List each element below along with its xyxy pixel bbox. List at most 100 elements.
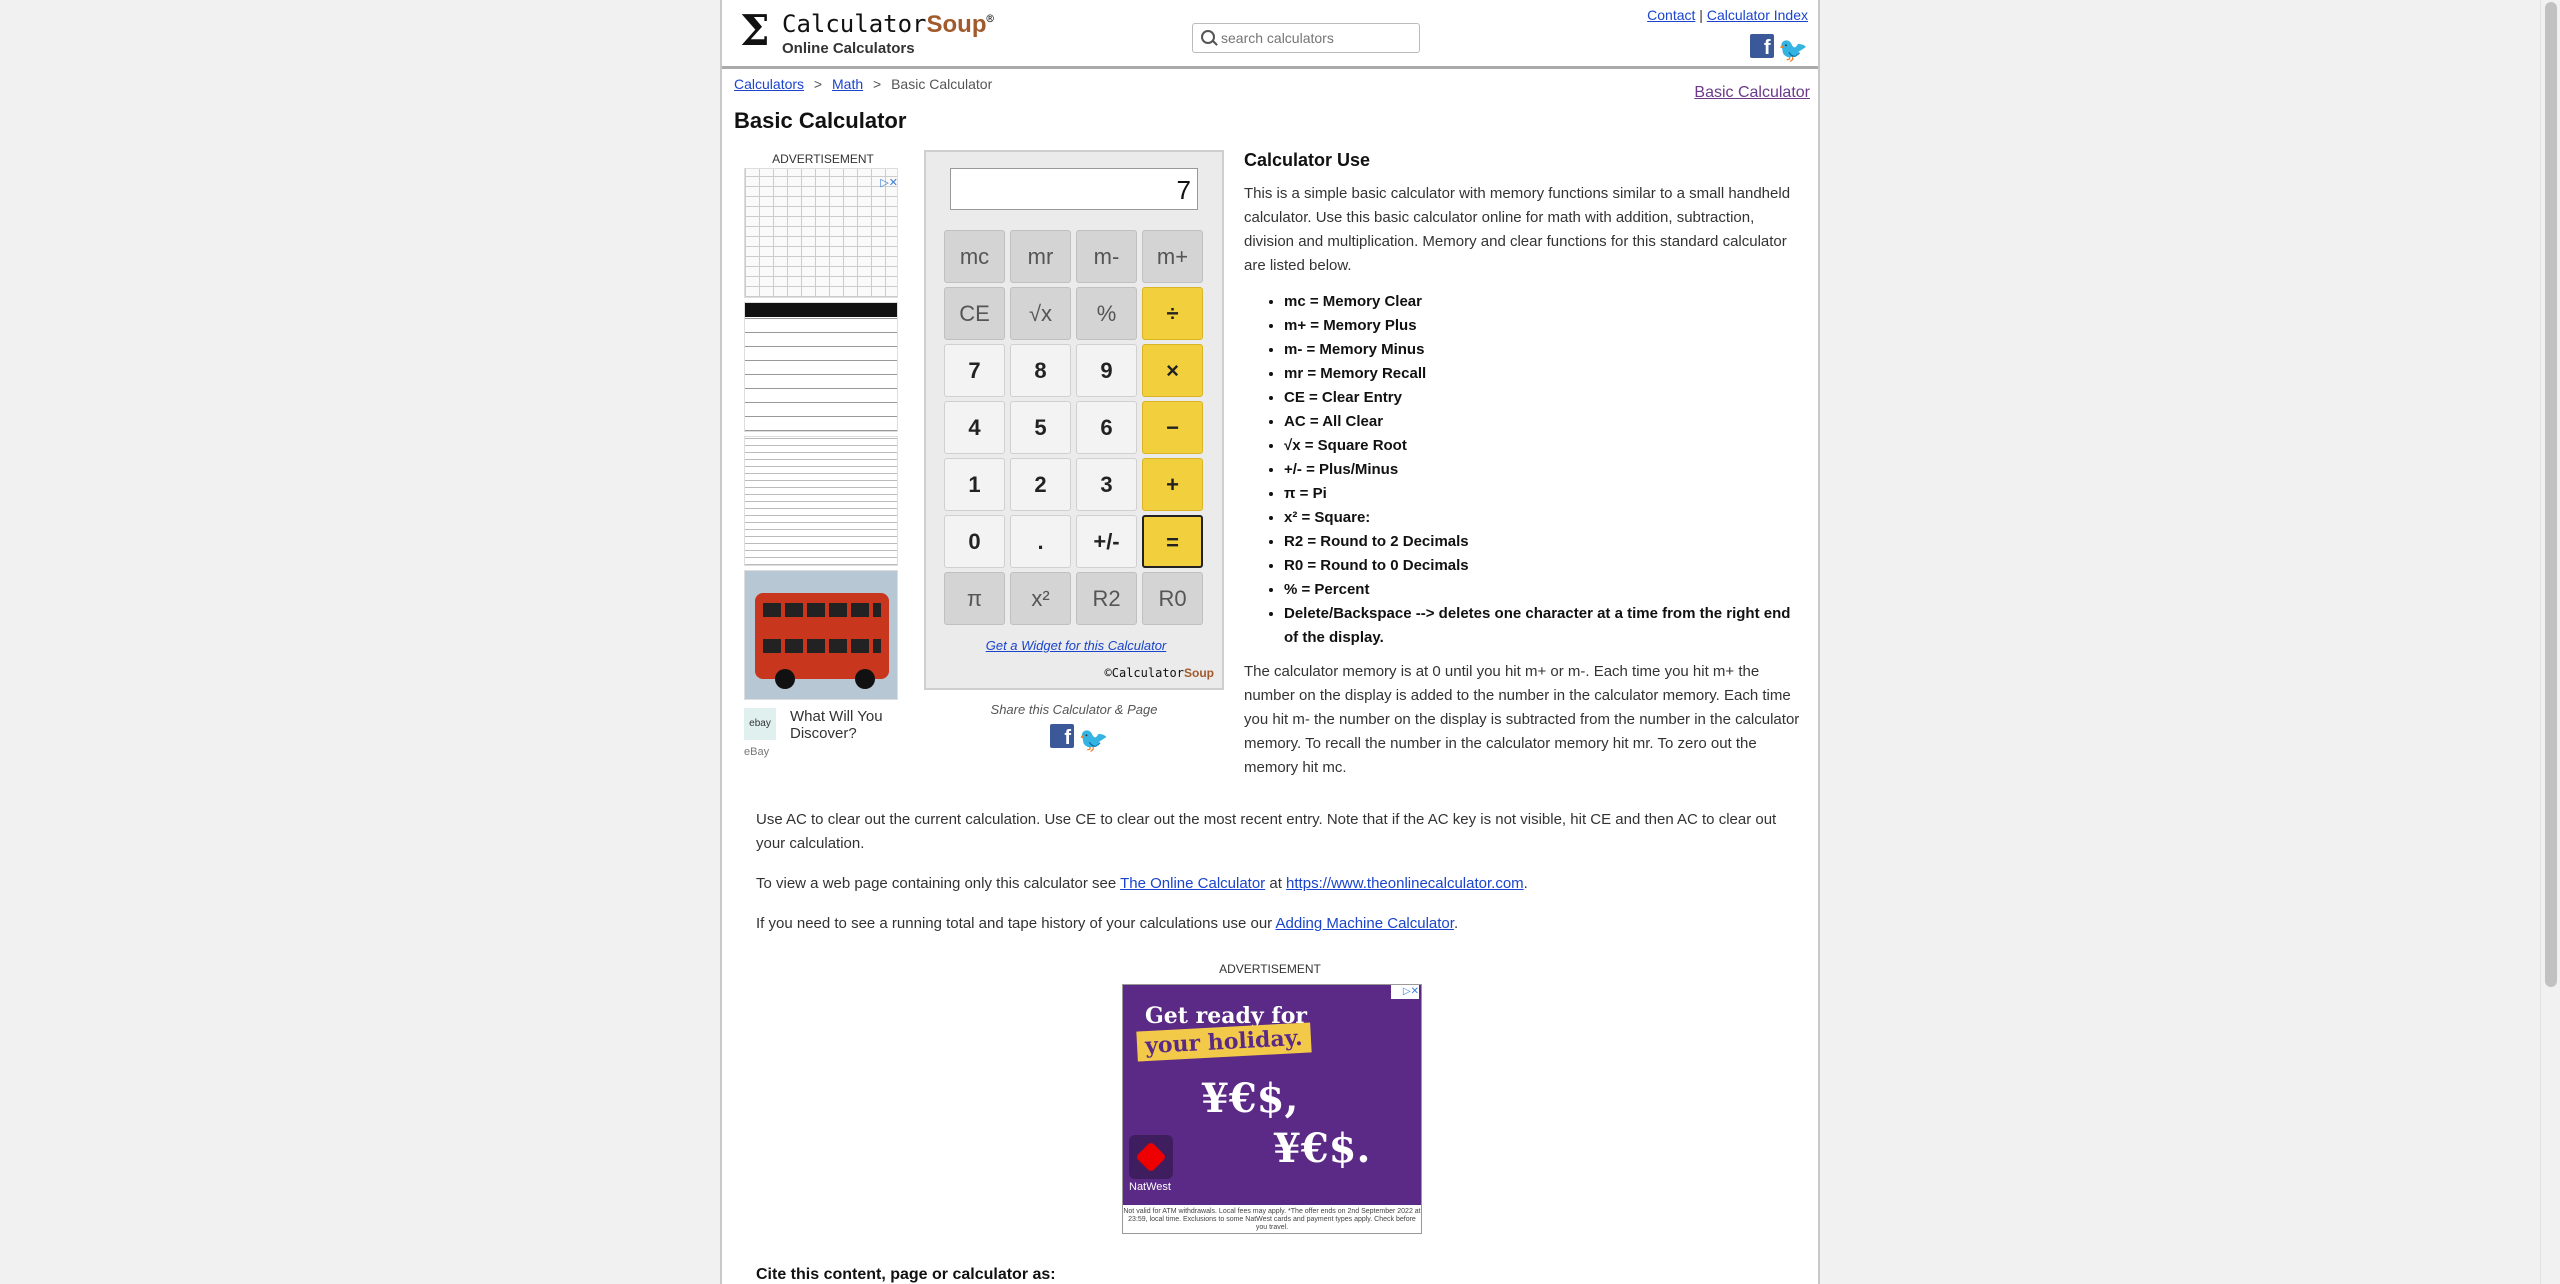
breadcrumb-separator: > [873, 76, 882, 92]
credit-soup: Soup [1184, 666, 1214, 680]
contact-link[interactable]: Contact [1647, 7, 1695, 23]
list-item: m- = Memory Minus [1284, 338, 1800, 362]
widget-link-row: Get a Widget for this Calculator [926, 638, 1226, 653]
list-item: mc = Memory Clear [1284, 290, 1800, 314]
ebay-logo: ebay [744, 708, 776, 740]
online-calculator-paragraph: To view a web page containing only this … [756, 872, 1796, 896]
list-item: +/- = Plus/Minus [1284, 458, 1800, 482]
key-equals[interactable]: = [1142, 515, 1203, 568]
key-add[interactable]: + [1142, 458, 1203, 511]
key-memory-clear[interactable]: mc [944, 230, 1005, 283]
key-round-2[interactable]: R2 [1076, 572, 1137, 625]
adding-machine-paragraph: If you need to see a running total and t… [756, 912, 1796, 936]
logo-soup-text: Soup [926, 11, 987, 38]
key-subtract[interactable]: − [1142, 401, 1203, 454]
key-pi[interactable]: π [944, 572, 1005, 625]
ad-image-list[interactable] [744, 436, 898, 566]
ad-currency-line: ¥€$. [1273, 1125, 1371, 1172]
breadcrumb-calculators[interactable]: Calculators [734, 76, 804, 92]
calculator-use-section: Calculator Use This is a simple basic ca… [1244, 148, 1800, 792]
key-divide[interactable]: ÷ [1142, 287, 1203, 340]
adding-prefix: If you need to see a running total and t… [756, 915, 1276, 932]
page-container: Σ CalculatorSoup® Online Calculators Con… [720, 0, 1820, 1284]
get-widget-link[interactable]: Get a Widget for this Calculator [986, 638, 1167, 653]
list-item: AC = All Clear [1284, 410, 1800, 434]
list-item: Delete/Backspace --> deletes one charact… [1284, 602, 1800, 650]
ad-label: ADVERTISEMENT [772, 152, 874, 166]
key-1[interactable]: 1 [944, 458, 1005, 511]
ad-close-icon[interactable]: ▷✕ [880, 176, 898, 189]
ad-image-table[interactable] [744, 302, 898, 432]
basic-calculator-link[interactable]: Basic Calculator [1694, 84, 1810, 102]
key-round-0[interactable]: R0 [1142, 572, 1203, 625]
online-prefix: To view a web page containing only this … [756, 875, 1121, 892]
top-links: Contact | Calculator Index [1647, 7, 1808, 23]
key-0[interactable]: 0 [944, 515, 1005, 568]
page-scrollbar[interactable] [2540, 0, 2560, 1284]
logo-tagline: Online Calculators [782, 40, 915, 57]
key-percent[interactable]: % [1076, 287, 1137, 340]
bottom-ad-close-icon[interactable]: ▷✕ [1391, 985, 1419, 999]
search-box[interactable] [1192, 23, 1420, 53]
bottom-ad[interactable]: ▷✕ Get ready for your holiday. ¥€$, ¥€$.… [1122, 984, 1422, 1234]
calculator-index-link[interactable]: Calculator Index [1707, 7, 1808, 23]
ad-source: eBay [744, 746, 770, 758]
key-3[interactable]: 3 [1076, 458, 1137, 511]
adding-machine-link[interactable]: Adding Machine Calculator [1276, 915, 1454, 932]
key-8[interactable]: 8 [1010, 344, 1071, 397]
key-memory-plus[interactable]: m+ [1142, 230, 1203, 283]
online-calculator-url-link[interactable]: https://www.theonlinecalculator.com [1286, 875, 1524, 892]
left-ad: ADVERTISEMENT ▷✕ ebay What Will You Disc… [744, 152, 902, 758]
key-square-root[interactable]: √x [1010, 287, 1071, 340]
key-decimal[interactable]: . [1010, 515, 1071, 568]
share-facebook-icon[interactable]: f [1050, 724, 1074, 748]
list-item: π = Pi [1284, 482, 1800, 506]
key-multiply[interactable]: × [1142, 344, 1203, 397]
page-title: Basic Calculator [734, 108, 907, 133]
bottom-ad-label: ADVERTISEMENT [1219, 962, 1321, 976]
key-plus-minus[interactable]: +/- [1076, 515, 1137, 568]
top-links-separator: | [1699, 7, 1703, 23]
key-5[interactable]: 5 [1010, 401, 1071, 454]
key-2[interactable]: 2 [1010, 458, 1071, 511]
list-item: x² = Square: [1284, 506, 1800, 530]
list-item: CE = Clear Entry [1284, 386, 1800, 410]
key-9[interactable]: 9 [1076, 344, 1137, 397]
online-calculator-link[interactable]: The Online Calculator [1120, 875, 1265, 892]
ad-brand: NatWest [1129, 1181, 1171, 1193]
share-twitter-icon[interactable]: 🐦 [1078, 729, 1108, 753]
bus-wheel [775, 669, 795, 689]
list-item: % = Percent [1284, 578, 1800, 602]
natwest-logo-icon [1129, 1135, 1173, 1179]
search-input[interactable] [1221, 26, 1411, 50]
key-7[interactable]: 7 [944, 344, 1005, 397]
bus-illustration [755, 593, 889, 679]
adding-suffix: . [1453, 915, 1459, 932]
online-mid: at [1265, 875, 1287, 892]
key-memory-minus[interactable]: m- [1076, 230, 1137, 283]
facebook-icon[interactable]: f [1749, 34, 1774, 58]
twitter-icon[interactable]: 🐦 [1778, 39, 1808, 63]
logo-reg-mark: ® [986, 12, 994, 26]
bus-windows-upper [763, 603, 881, 617]
breadcrumb-math[interactable]: Math [832, 76, 863, 92]
key-square[interactable]: x² [1010, 572, 1071, 625]
key-memory-recall[interactable]: mr [1010, 230, 1071, 283]
key-clear-entry[interactable]: CE [944, 287, 1005, 340]
logo-sigma-icon[interactable]: Σ [740, 10, 776, 52]
key-6[interactable]: 6 [1076, 401, 1137, 454]
key-4[interactable]: 4 [944, 401, 1005, 454]
list-item: R0 = Round to 0 Decimals [1284, 554, 1800, 578]
logo-wordmark[interactable]: CalculatorSoup® [782, 10, 994, 39]
scrollbar-thumb[interactable] [2545, 2, 2557, 987]
calculator-display[interactable]: 7 [950, 168, 1198, 210]
bus-wheel [855, 669, 875, 689]
share-label: Share this Calculator & Page [990, 702, 1158, 717]
ad-image-bus[interactable] [744, 570, 898, 700]
bus-windows-lower [763, 639, 881, 653]
ad-image-grid[interactable] [744, 168, 898, 298]
ad-caption-row[interactable]: ebay What Will You Discover? [744, 704, 902, 744]
clear-paragraph: Use AC to clear out the current calculat… [756, 811, 1777, 852]
site-header: Σ CalculatorSoup® Online Calculators Con… [722, 0, 1818, 69]
breadcrumb-current: Basic Calculator [891, 76, 993, 92]
